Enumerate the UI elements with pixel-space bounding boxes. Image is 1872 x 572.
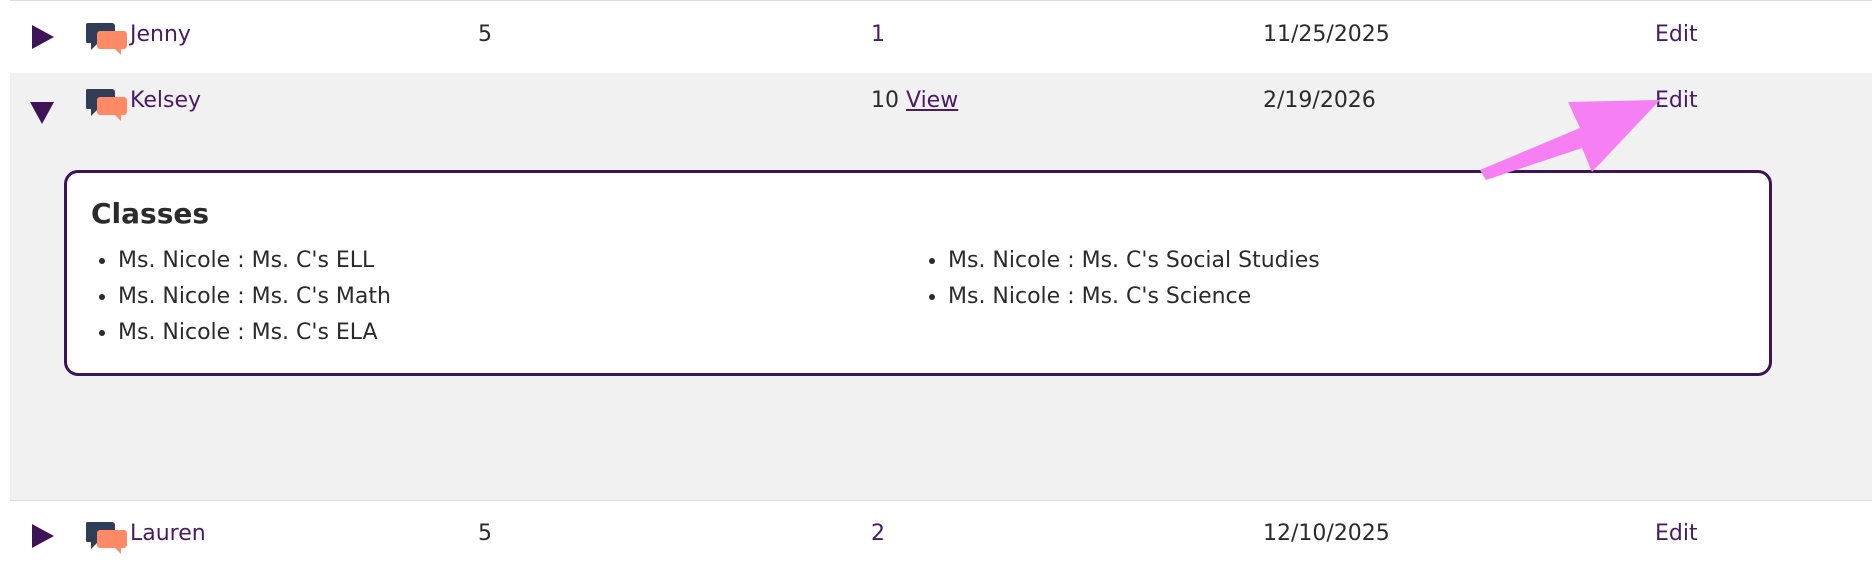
count-cell: 10 View <box>871 88 958 113</box>
table-row: Jenny 5 1 11/25/2025 Edit <box>10 0 1872 74</box>
student-name-link[interactable]: Kelsey <box>130 88 201 113</box>
students-list: Jenny 5 1 11/25/2025 Edit Kelsey 10 View… <box>10 0 1872 572</box>
table-row: Lauren 5 2 12/10/2025 Edit <box>10 502 1872 572</box>
classes-list-right: Ms. Nicole : Ms. C's Social Studies Ms. … <box>921 246 1320 318</box>
classes-heading: Classes <box>91 197 210 230</box>
count-link[interactable]: 2 <box>871 521 885 546</box>
expand-toggle-icon[interactable] <box>28 23 56 51</box>
edit-link[interactable]: Edit <box>1655 88 1698 113</box>
student-name-link[interactable]: Jenny <box>130 22 191 47</box>
class-item: Ms. Nicole : Ms. C's Social Studies <box>948 246 1320 282</box>
date-value: 11/25/2025 <box>1263 22 1390 47</box>
count-value: 5 <box>478 521 492 546</box>
chat-bubbles-icon[interactable] <box>85 87 128 121</box>
expand-toggle-icon[interactable] <box>28 522 56 550</box>
class-item: Ms. Nicole : Ms. C's ELL <box>118 246 391 282</box>
chat-bubbles-icon[interactable] <box>85 520 128 554</box>
date-value: 2/19/2026 <box>1263 88 1376 113</box>
view-link[interactable]: View <box>906 88 958 113</box>
classes-panel: Classes Ms. Nicole : Ms. C's ELL Ms. Nic… <box>64 170 1772 376</box>
edit-link[interactable]: Edit <box>1655 22 1698 47</box>
student-name-link[interactable]: Lauren <box>130 521 206 546</box>
count-value: 5 <box>478 22 492 47</box>
date-value: 12/10/2025 <box>1263 521 1390 546</box>
class-item: Ms. Nicole : Ms. C's Math <box>118 282 391 318</box>
class-item: Ms. Nicole : Ms. C's ELA <box>118 318 391 354</box>
collapse-toggle-icon[interactable] <box>28 98 56 126</box>
classes-list-left: Ms. Nicole : Ms. C's ELL Ms. Nicole : Ms… <box>91 246 391 354</box>
edit-link[interactable]: Edit <box>1655 521 1698 546</box>
count-value: 10 <box>871 88 899 113</box>
chat-bubbles-icon[interactable] <box>85 21 128 55</box>
table-row-expanded: Kelsey 10 View 2/19/2026 Edit Classes Ms… <box>10 73 1872 501</box>
class-item: Ms. Nicole : Ms. C's Science <box>948 282 1320 318</box>
count-link[interactable]: 1 <box>871 22 885 47</box>
